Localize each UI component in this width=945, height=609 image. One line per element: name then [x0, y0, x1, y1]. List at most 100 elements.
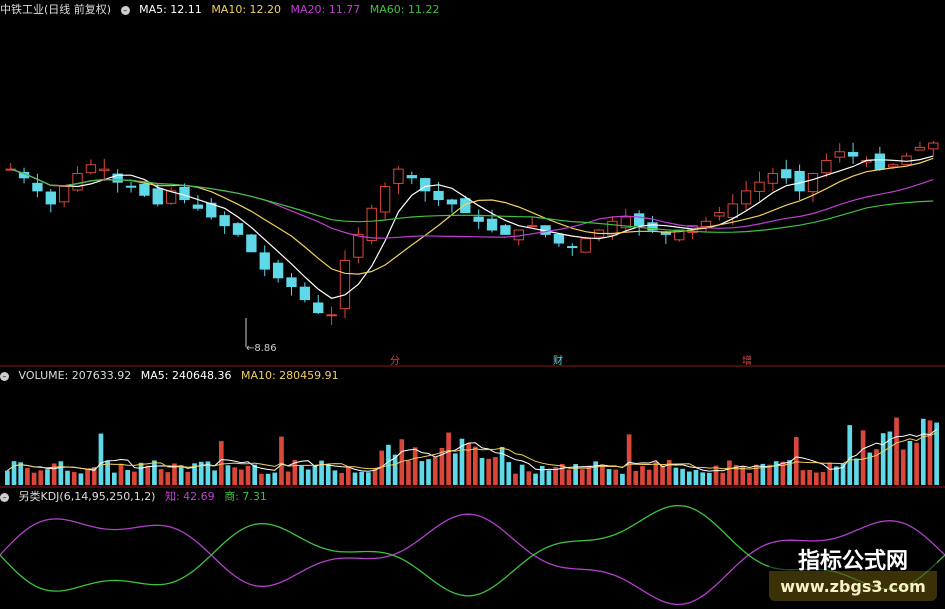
volume-bar — [31, 472, 37, 485]
candle-body — [633, 213, 645, 227]
volume-bar — [18, 462, 24, 485]
candle-body — [179, 186, 190, 201]
event-marker[interactable]: 财 — [553, 352, 563, 367]
candle-body — [928, 142, 939, 150]
volume-bar — [446, 432, 451, 485]
volume-bar — [473, 446, 478, 485]
volume-bar — [613, 469, 619, 485]
candle-body — [740, 190, 752, 205]
volume-bar — [232, 467, 237, 485]
candle-body — [125, 185, 137, 188]
candle-body — [486, 218, 498, 231]
candle-body — [192, 204, 204, 209]
volume-bar — [78, 473, 84, 485]
candle-body — [393, 168, 404, 184]
volume-bar — [546, 470, 552, 485]
candle-body — [99, 168, 110, 172]
candle-body — [379, 186, 391, 213]
volume-bar — [5, 470, 10, 485]
volume-bar — [452, 453, 458, 485]
volume-bar — [165, 472, 171, 485]
candle-body — [152, 188, 163, 205]
volume-bar — [880, 433, 886, 485]
volume-bar — [894, 417, 899, 485]
volume-bar — [352, 472, 358, 485]
volume-bar — [58, 461, 64, 485]
volume-bar — [466, 442, 471, 485]
candle-body — [139, 183, 150, 196]
volume-bar — [71, 472, 77, 485]
volume-bar — [653, 462, 659, 485]
volume-bar — [767, 464, 772, 485]
candle-body — [85, 164, 97, 174]
volume-bar — [646, 469, 652, 485]
volume-bar — [747, 472, 752, 485]
volume-bar — [900, 449, 906, 485]
volume-bar — [506, 462, 512, 485]
candle-body — [553, 234, 565, 244]
event-marker[interactable]: 分 — [390, 352, 400, 367]
volume-bar — [499, 446, 505, 485]
volume-bar — [125, 469, 131, 485]
volume-bar — [152, 460, 157, 485]
candle-body — [72, 172, 83, 191]
candle-body — [473, 216, 484, 222]
volume-bar — [185, 471, 191, 485]
volume-bar — [606, 469, 612, 485]
volume-bar — [539, 465, 545, 485]
volume-bar — [673, 467, 679, 485]
candle-body — [232, 223, 244, 235]
volume-bar — [566, 469, 572, 485]
low-price-marker: ←8.86 — [246, 343, 277, 354]
candle-body — [914, 146, 926, 151]
candle-body — [754, 181, 765, 192]
volume-bar — [11, 461, 17, 485]
volume-bar — [813, 472, 819, 485]
volume-bar — [279, 436, 284, 485]
volume-bar — [419, 461, 425, 485]
volume-bar — [432, 457, 438, 485]
volume-bar — [934, 422, 939, 485]
volume-bar — [914, 442, 919, 485]
volume-bar — [212, 470, 217, 485]
volume-bar — [345, 466, 351, 485]
volume-bar — [38, 470, 44, 485]
volume-bar — [793, 437, 799, 485]
volume-bar — [820, 471, 826, 485]
candle-body — [45, 191, 56, 205]
candle-body — [353, 233, 364, 258]
volume-bar — [426, 459, 431, 485]
candle-body — [219, 215, 230, 227]
volume-bar — [138, 462, 144, 485]
volume-bar — [406, 460, 411, 485]
volume-bar — [693, 469, 699, 485]
volume-bar — [178, 465, 184, 485]
volume-bar — [620, 473, 625, 485]
volume-bar — [640, 466, 645, 485]
volume-bar — [339, 473, 344, 485]
volume-bar — [586, 465, 592, 485]
volume-bar — [479, 458, 485, 485]
volume-bars — [5, 417, 939, 485]
event-marker[interactable]: 增 — [742, 352, 752, 367]
volume-bar — [720, 472, 726, 485]
volume-bar — [412, 447, 418, 485]
candle-body — [446, 199, 458, 205]
volume-bar — [285, 471, 291, 485]
candle-body — [727, 203, 738, 219]
volume-bar — [827, 462, 833, 485]
candlestick-group — [5, 141, 939, 325]
volume-bar — [145, 465, 151, 485]
volume-bar — [927, 420, 933, 485]
candle-body — [821, 159, 832, 174]
volume-bar — [118, 463, 124, 485]
volume-bar — [45, 469, 50, 485]
stock-chart[interactable] — [0, 0, 945, 609]
watermark-logo: 指标公式网 www.zbgs3.com — [769, 545, 937, 601]
volume-bar — [305, 469, 311, 485]
volume-bar — [332, 470, 338, 485]
volume-bar — [259, 473, 264, 485]
candle-body — [794, 170, 805, 192]
volume-bar — [579, 469, 585, 485]
volume-bar — [519, 464, 525, 485]
